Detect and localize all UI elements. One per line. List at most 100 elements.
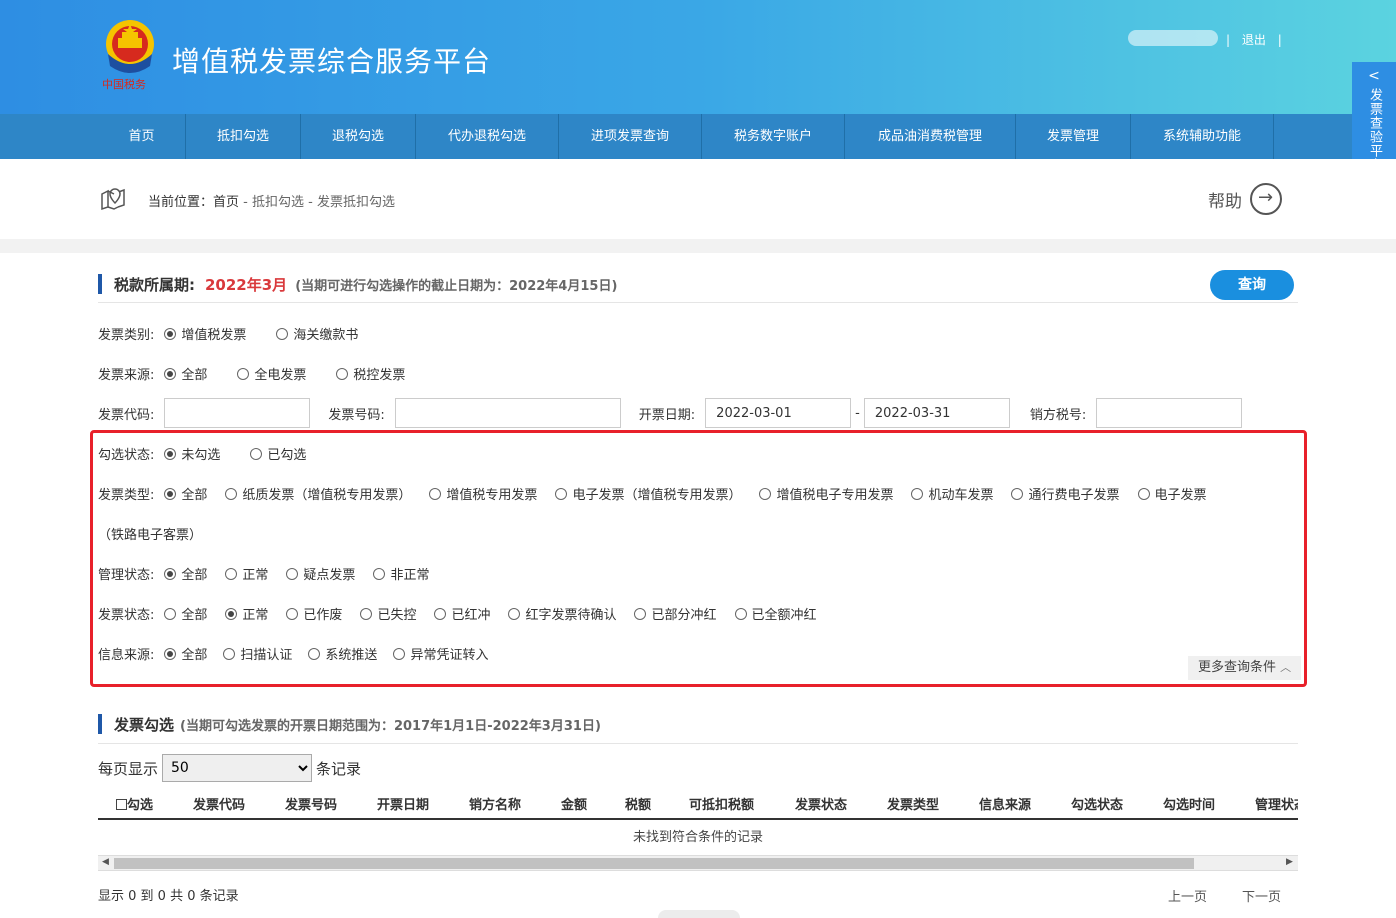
radio-type-vat-electronic-special[interactable]: 增值税电子专用发票 xyxy=(759,484,893,503)
col-seller-name: 销方名称 xyxy=(469,798,522,813)
radio-mgmt-normal[interactable]: 正常 xyxy=(225,564,268,583)
scroll-thumb[interactable] xyxy=(114,858,1194,869)
option-label: 全电发票 xyxy=(254,368,307,383)
help-button[interactable]: 帮助 xyxy=(1208,183,1282,215)
checkbox-icon[interactable] xyxy=(116,799,127,810)
nav-item-input-invoice-query[interactable]: 进项发票查询 xyxy=(559,114,702,159)
seller-tax-id-input[interactable] xyxy=(1096,398,1243,428)
radio-status-red-reversed[interactable]: 已红冲 xyxy=(434,604,490,623)
breadcrumb-home[interactable]: 首页 xyxy=(213,195,239,210)
option-label: 电子发票（增值税专用发票） xyxy=(572,488,742,503)
next-page-button[interactable]: 下一页 xyxy=(1242,886,1281,905)
issue-date-end-input[interactable] xyxy=(863,398,1010,428)
nav-item-refund-select[interactable]: 退税勾选 xyxy=(301,114,416,159)
radio-checked[interactable]: 已勾选 xyxy=(250,444,306,463)
main-nav: 首页 抵扣勾选 退税勾选 代办退税勾选 进项发票查询 税务数字账户 成品油消费税… xyxy=(0,114,1352,159)
radio-info-all[interactable]: 全部 xyxy=(164,644,207,663)
col-select-all[interactable]: 勾选 xyxy=(116,794,153,813)
breadcrumb: 当前位置：首页 - 抵扣勾选 - 发票抵扣勾选 xyxy=(148,191,395,210)
option-label: 全部 xyxy=(181,648,208,663)
radio-status-lost-control[interactable]: 已失控 xyxy=(360,604,416,623)
breadcrumb-deduction[interactable]: 抵扣勾选 xyxy=(252,195,304,210)
logout-link[interactable]: 退出 xyxy=(1242,33,1266,47)
prev-page-button[interactable]: 上一页 xyxy=(1168,886,1207,905)
nav-item-tax-account[interactable]: 税务数字账户 xyxy=(702,114,845,159)
scroll-right-icon[interactable]: ▶ xyxy=(1286,857,1293,867)
page-size-select[interactable]: 50 xyxy=(162,754,313,782)
invoice-section-title: 发票勾选 (当期可勾选发票的开票日期范围为：2017年1月1日-2022年3月3… xyxy=(98,712,601,736)
breadcrumb-sep: - xyxy=(239,195,252,210)
radio-type-motor-vehicle[interactable]: 机动车发票 xyxy=(911,484,993,503)
radio-icon xyxy=(373,567,386,580)
radio-icon xyxy=(164,487,177,500)
radio-status-normal[interactable]: 正常 xyxy=(225,604,268,623)
radio-status-red-pending[interactable]: 红字发票待确认 xyxy=(508,604,616,623)
col-amount: 金额 xyxy=(561,798,588,813)
radio-source-full-electronic[interactable]: 全电发票 xyxy=(237,364,306,383)
header: 中国税务 增值税发票综合服务平台 | 退出 | xyxy=(0,0,1396,114)
radio-info-abnormal-voucher[interactable]: 异常凭证转入 xyxy=(393,644,488,663)
col-tax: 税额 xyxy=(625,798,652,813)
radio-icon xyxy=(734,607,747,620)
issue-date-start-input[interactable] xyxy=(705,398,852,428)
radio-icon xyxy=(393,647,406,660)
option-label: 全部 xyxy=(181,488,208,503)
radio-type-electronic-special[interactable]: 电子发票（增值税专用发票） xyxy=(555,484,741,503)
invoice-code-input[interactable] xyxy=(164,398,311,428)
option-label: 系统推送 xyxy=(325,648,378,663)
user-links: | 退出 | xyxy=(1222,31,1286,48)
nav-item-system-tools[interactable]: 系统辅助功能 xyxy=(1131,114,1274,159)
radio-type-vat-special[interactable]: 增值税专用发票 xyxy=(429,484,537,503)
radio-mgmt-abnormal[interactable]: 非正常 xyxy=(373,564,429,583)
radio-source-all[interactable]: 全部 xyxy=(164,364,207,383)
option-label: 增值税发票 xyxy=(181,328,247,343)
scroll-left-icon[interactable]: ◀ xyxy=(102,857,109,867)
radio-icon xyxy=(360,607,373,620)
tax-period-value: 2022年3月 xyxy=(205,275,288,294)
query-button[interactable]: 查询 xyxy=(1210,270,1294,300)
radio-status-partial-reversed[interactable]: 已部分冲红 xyxy=(634,604,717,623)
col-invoice-number: 发票号码 xyxy=(285,798,338,813)
radio-mgmt-suspicious[interactable]: 疑点发票 xyxy=(286,564,355,583)
radio-status-full-reversed[interactable]: 已全额冲红 xyxy=(734,604,817,623)
radio-type-toll-electronic[interactable]: 通行费电子发票 xyxy=(1011,484,1120,503)
radio-type-paper-special[interactable]: 纸质发票（增值税专用发票） xyxy=(225,484,411,503)
nav-item-agent-refund[interactable]: 代办退税勾选 xyxy=(416,114,559,159)
nav-item-invoice-management[interactable]: 发票管理 xyxy=(1016,114,1131,159)
chevron-left-icon: < xyxy=(1368,68,1380,84)
radio-icon xyxy=(434,607,447,620)
more-conditions-button[interactable]: 更多查询条件 ︿ xyxy=(1188,656,1302,680)
radio-customs-payment[interactable]: 海关缴款书 xyxy=(276,324,358,343)
divider-band xyxy=(0,239,1396,253)
radio-mgmt-all[interactable]: 全部 xyxy=(164,564,207,583)
radio-icon xyxy=(164,367,177,380)
nav-item-oil-tax[interactable]: 成品油消费税管理 xyxy=(845,114,1016,159)
user-name-blurred xyxy=(1128,30,1218,46)
radio-source-tax-control[interactable]: 税控发票 xyxy=(336,364,405,383)
radio-type-all[interactable]: 全部 xyxy=(164,484,207,503)
radio-icon xyxy=(250,447,263,460)
invoice-number-input[interactable] xyxy=(394,398,621,428)
separator: | xyxy=(1277,33,1282,47)
help-label: 帮助 xyxy=(1208,191,1242,212)
search-inputs-row: 发票代码: 发票号码: 开票日期: - 销方税号: xyxy=(98,397,1243,429)
option-label: 已勾选 xyxy=(267,448,307,463)
radio-status-all[interactable]: 全部 xyxy=(164,604,207,623)
radio-icon xyxy=(223,647,236,660)
invoice-section-label: 发票勾选 xyxy=(114,715,175,734)
management-status-row: 管理状态: 全部 正常 疑点发票 非正常 xyxy=(98,564,447,583)
nav-item-deduction-select[interactable]: 抵扣勾选 xyxy=(186,114,301,159)
radio-icon xyxy=(429,487,442,500)
option-label: 已全额冲红 xyxy=(751,608,817,623)
option-label: 全部 xyxy=(181,608,208,623)
radio-unchecked[interactable]: 未勾选 xyxy=(164,444,220,463)
nav-item-home[interactable]: 首页 xyxy=(98,114,186,159)
radio-type-railway-electronic[interactable]: 电子发票 xyxy=(1137,484,1207,503)
radio-info-system-push[interactable]: 系统推送 xyxy=(308,644,377,663)
radio-vat-invoice[interactable]: 增值税发票 xyxy=(164,324,246,343)
radio-info-scan[interactable]: 扫描认证 xyxy=(223,644,292,663)
horizontal-scrollbar[interactable]: ◀ ▶ xyxy=(98,855,1298,871)
radio-icon xyxy=(308,647,321,660)
option-label: 红字发票待确认 xyxy=(525,608,617,623)
radio-status-voided[interactable]: 已作废 xyxy=(286,604,342,623)
